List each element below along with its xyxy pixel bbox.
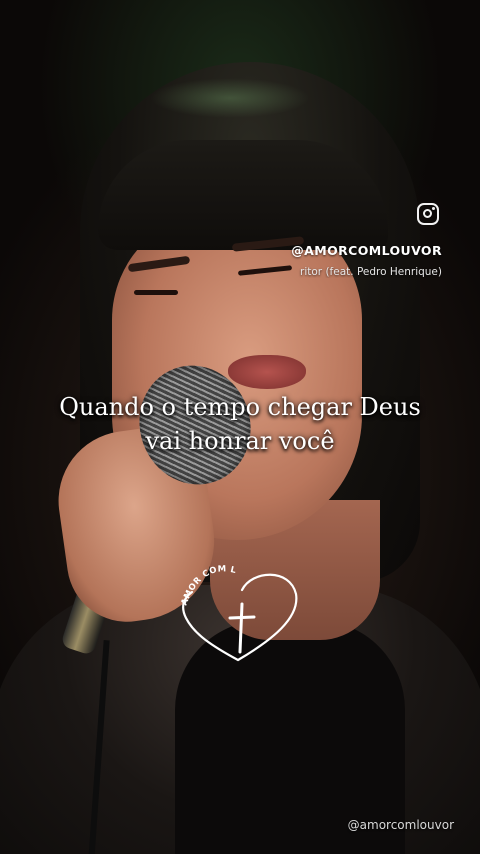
lyrics-line-1: Quando o tempo chegar Deus bbox=[59, 393, 421, 421]
instagram-icon[interactable] bbox=[417, 203, 439, 225]
cross-icon bbox=[228, 602, 256, 654]
left-eye bbox=[134, 290, 178, 295]
song-credit: ritor (feat. Pedro Henrique) bbox=[242, 266, 442, 278]
singer-mouth bbox=[228, 355, 306, 389]
logo-text: AMOR COM LOUVOR bbox=[172, 560, 237, 607]
lyrics-caption: Quando o tempo chegar Deus vai honrar vo… bbox=[0, 390, 480, 458]
watermark: @amorcomlouvor bbox=[347, 818, 454, 832]
svg-text:AMOR COM LOUVOR: AMOR COM LOUVOR bbox=[172, 560, 237, 607]
song-credit-text: ritor (feat. Pedro Henrique) bbox=[300, 266, 442, 278]
channel-handle[interactable]: @AMORCOMLOUVOR bbox=[291, 243, 442, 258]
heart-cross-logo: AMOR COM LOUVOR bbox=[172, 560, 298, 662]
singer-bangs bbox=[98, 140, 388, 250]
hair-highlight bbox=[150, 78, 310, 118]
lyrics-line-2: vai honrar você bbox=[145, 427, 335, 455]
